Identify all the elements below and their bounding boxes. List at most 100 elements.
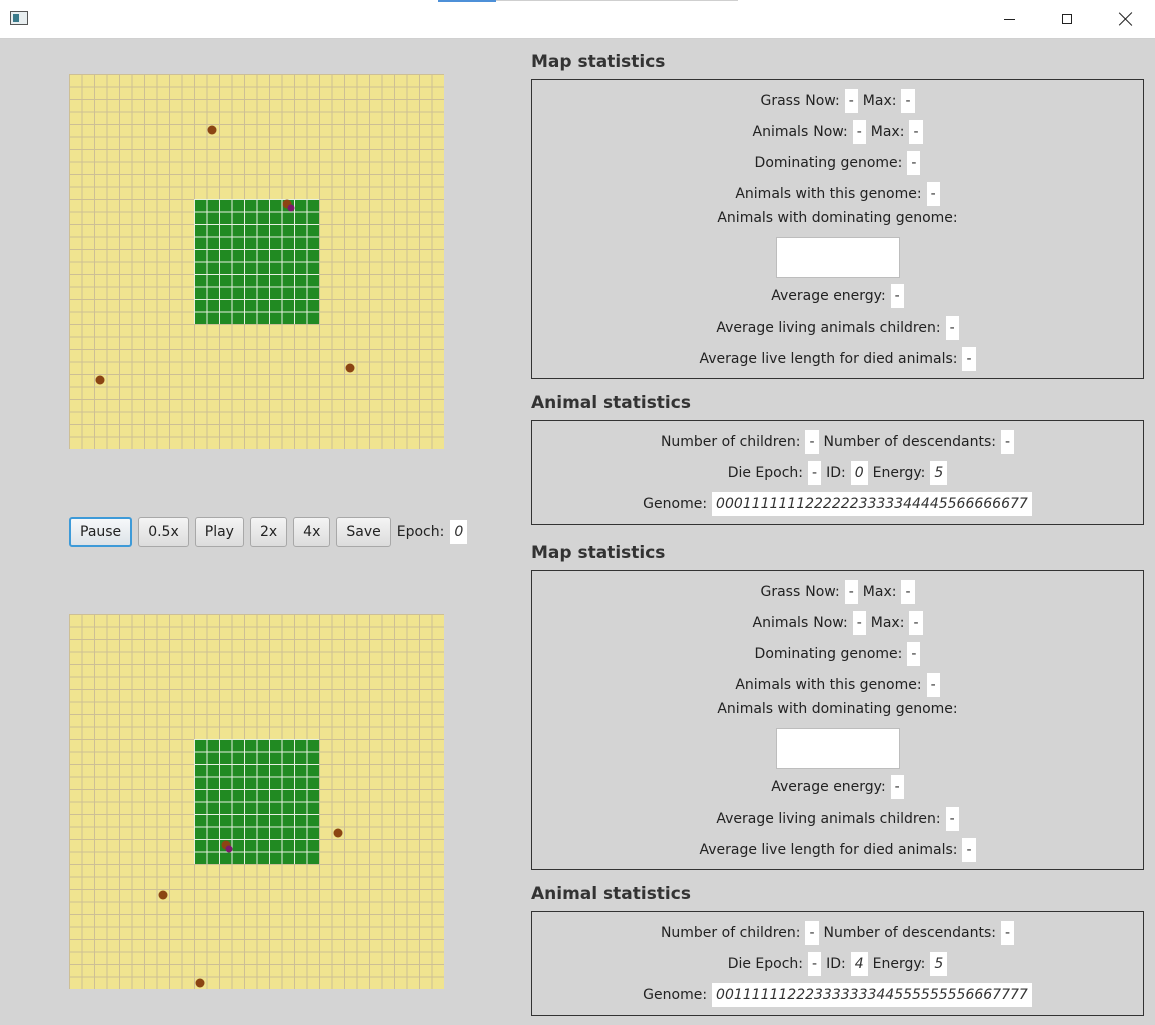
max-label: Max: (862, 584, 897, 600)
minimize-button[interactable] (980, 0, 1038, 38)
genome-label: Genome: (643, 987, 708, 1003)
avg-lifespan-label: Average live length for died animals: (699, 351, 958, 367)
id-label: ID: (826, 956, 846, 972)
taskbar-accent (438, 0, 496, 2)
children-row: Number of children: - Number of descenda… (532, 921, 1143, 945)
animals-row: Animals Now: - Max: - (532, 611, 1143, 635)
dominating-animals-list[interactable] (776, 237, 900, 278)
average-energy-value: - (890, 775, 904, 799)
animal-marker[interactable] (207, 125, 217, 135)
average-energy-label: Average energy: (771, 779, 886, 795)
max-label: Max: (862, 93, 897, 109)
animals-with-genome-label: Animals with this genome: (735, 677, 922, 693)
genome-value: 00111111222333333344555555556667777 (712, 983, 1032, 1007)
close-button[interactable] (1097, 0, 1155, 38)
grass-now-value: - (844, 580, 858, 604)
genome-value: 00011111112222223333344445566666677 (712, 492, 1032, 516)
average-energy-label: Average energy: (771, 288, 886, 304)
genome-label: Genome: (643, 496, 708, 512)
average-energy-row: Average energy: - (532, 284, 1143, 308)
now-label: Now: (813, 615, 848, 631)
map-statistics-title: Map statistics (531, 52, 666, 72)
id-value: 4 (850, 952, 868, 976)
map-statistics-panel: Grass Now: - Max: - Animals Now: - Max: … (531, 570, 1144, 870)
grass-max-value: - (901, 580, 915, 604)
animal-info-row: Die Epoch: - ID: 4 Energy: 5 (532, 952, 1143, 976)
maximize-button[interactable] (1038, 0, 1096, 38)
energy-value: 5 (930, 952, 948, 976)
half-speed-button[interactable]: 0.5x (138, 517, 189, 547)
animal-statistics-panel: Number of children: - Number of descenda… (531, 420, 1144, 525)
simulation-map-1[interactable] (69, 74, 444, 449)
dominating-genome-value: - (907, 151, 921, 175)
energy-value: 5 (930, 461, 948, 485)
animals-with-genome-row: Animals with this genome: - (532, 673, 1143, 697)
descendants-label: Number of descendants: (823, 925, 996, 941)
avg-children-value: - (945, 316, 959, 340)
animals-with-dominating-row: Animals with dominating genome: (532, 210, 1143, 226)
animal-marker[interactable] (333, 828, 343, 838)
animal-marker[interactable] (158, 890, 168, 900)
id-value: 0 (850, 461, 868, 485)
average-energy-value: - (890, 284, 904, 308)
simulation-controls: Pause 0.5x Play 2x 4x Save Epoch: 0 (69, 516, 468, 548)
grass-max-value: - (901, 89, 915, 113)
die-epoch-label: Die Epoch: (727, 465, 804, 481)
simulation-map-2[interactable] (69, 614, 444, 989)
animals-now-value: - (852, 611, 866, 635)
avg-lifespan-value: - (962, 838, 976, 862)
descendants-value: - (1000, 921, 1015, 945)
children-value: - (805, 921, 819, 945)
quad-speed-button[interactable]: 4x (293, 517, 331, 547)
id-label: ID: (826, 465, 846, 481)
epoch-label: Epoch: (396, 524, 445, 540)
play-button[interactable]: Play (194, 517, 244, 547)
animals-with-genome-value: - (926, 673, 940, 697)
animals-max-value: - (909, 120, 923, 144)
max-label: Max: (870, 615, 905, 631)
animal-marker[interactable] (195, 978, 205, 988)
jungle-area (194, 199, 319, 324)
dominant-animal-marker[interactable] (225, 845, 233, 853)
dominating-genome-label: Dominating genome: (754, 646, 903, 662)
now-label: Now: (805, 93, 840, 109)
dominating-genome-row: Dominating genome: - (532, 642, 1143, 666)
average-energy-row: Average energy: - (532, 775, 1143, 799)
animals-with-genome-label: Animals with this genome: (735, 186, 922, 202)
animals-now-value: - (852, 120, 866, 144)
close-icon (1119, 12, 1133, 26)
avg-lifespan-row: Average live length for died animals: - (532, 838, 1143, 862)
app-icon (10, 11, 28, 25)
animal-info-row: Die Epoch: - ID: 0 Energy: 5 (532, 461, 1143, 485)
die-epoch-value: - (808, 461, 822, 485)
dominating-genome-value: - (907, 642, 921, 666)
dominating-animals-list[interactable] (776, 728, 900, 769)
minimize-icon (1003, 18, 1015, 20)
animals-with-genome-value: - (926, 182, 940, 206)
animal-marker[interactable] (345, 363, 355, 373)
animals-label: Animals (752, 124, 809, 140)
now-label: Now: (813, 124, 848, 140)
die-epoch-value: - (808, 952, 822, 976)
animals-with-dominating-label: Animals with dominating genome: (717, 701, 958, 717)
descendants-label: Number of descendants: (823, 434, 996, 450)
save-button[interactable]: Save (336, 517, 391, 547)
animal-statistics-title: Animal statistics (531, 884, 691, 904)
genome-row: Genome: 00011111112222223333344445566666… (532, 492, 1143, 516)
animals-with-dominating-label: Animals with dominating genome: (717, 210, 958, 226)
avg-lifespan-value: - (962, 347, 976, 371)
avg-children-label: Average living animals children: (716, 320, 941, 336)
animal-marker[interactable] (95, 375, 105, 385)
animal-statistics-title: Animal statistics (531, 393, 691, 413)
grass-now-value: - (844, 89, 858, 113)
double-speed-button[interactable]: 2x (249, 517, 288, 547)
pause-button[interactable]: Pause (69, 517, 133, 547)
animal-statistics-panel: Number of children: - Number of descenda… (531, 911, 1144, 1016)
energy-label: Energy: (872, 956, 926, 972)
dominating-genome-row: Dominating genome: - (532, 151, 1143, 175)
grass-label: Grass (760, 93, 801, 109)
animals-with-dominating-row: Animals with dominating genome: (532, 701, 1143, 717)
map-statistics-title: Map statistics (531, 543, 666, 563)
grass-row: Grass Now: - Max: - (532, 89, 1143, 113)
dominant-animal-marker[interactable] (287, 204, 295, 212)
